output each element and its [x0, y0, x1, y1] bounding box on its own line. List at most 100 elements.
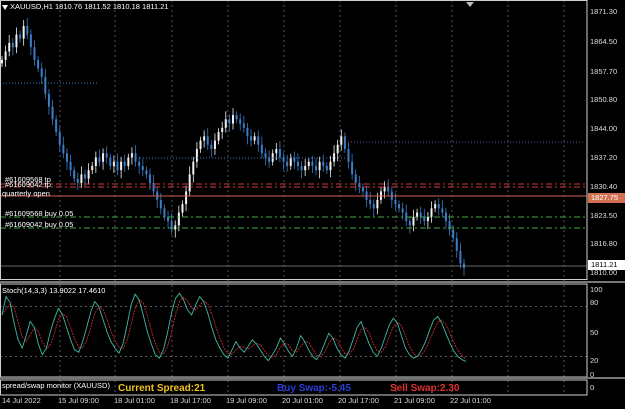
- candle-body: [210, 144, 213, 149]
- monitor-tick: 0: [590, 383, 595, 392]
- candle-body: [286, 161, 289, 166]
- candle-body: [307, 161, 310, 166]
- candle-body: [419, 212, 422, 217]
- time-tick: 22 Jul 01:00: [450, 396, 491, 405]
- candle-body: [430, 208, 433, 217]
- candle-body: [260, 144, 263, 154]
- candle-body: [159, 199, 162, 209]
- candle-body: [177, 212, 180, 226]
- candle-body: [58, 132, 61, 145]
- candle-body: [224, 119, 227, 128]
- candle-body: [65, 153, 68, 162]
- candle-body: [426, 216, 429, 222]
- chart-canvas[interactable]: [0, 0, 625, 404]
- candle-body: [105, 153, 108, 158]
- candle-body: [242, 123, 245, 128]
- candle-body: [459, 250, 462, 264]
- candle-body: [29, 34, 32, 48]
- candle-body: [80, 174, 83, 183]
- stoch-tick: 100: [590, 285, 603, 294]
- candle-body: [84, 174, 87, 179]
- candle-body: [195, 148, 198, 162]
- candle-body: [246, 127, 249, 137]
- price-tick: 1830.40: [590, 182, 618, 191]
- candle-body: [441, 208, 444, 213]
- candle-body: [206, 136, 209, 145]
- candle-body: [311, 161, 314, 166]
- candle-body: [163, 208, 166, 217]
- candle-body: [55, 119, 58, 133]
- time-tick: 14 Jul 2022: [2, 396, 41, 405]
- candle-body: [4, 51, 7, 60]
- price-tick: 1837.20: [590, 153, 618, 162]
- candle-body: [343, 136, 346, 149]
- candle-body: [26, 25, 29, 35]
- candle-body: [336, 144, 339, 154]
- candle-body: [1, 59, 3, 64]
- price-tick: 1844.00: [590, 124, 618, 133]
- candle-body: [37, 59, 40, 69]
- order-buy-label[interactable]: #61609568 buy 0.05: [5, 210, 73, 218]
- candle-body: [123, 161, 126, 166]
- candle-body: [437, 204, 440, 209]
- stoch-tick: 50: [590, 328, 599, 337]
- candle-body: [127, 157, 130, 166]
- candle-body: [141, 165, 144, 171]
- candle-body: [322, 161, 325, 166]
- candle-body: [51, 106, 54, 120]
- price-tick: 1850.80: [590, 95, 618, 104]
- candle-body: [33, 47, 36, 60]
- candle-body: [91, 165, 94, 171]
- sell-swap: Sell Swap:2.30: [390, 383, 460, 394]
- time-tick: 21 Jul 09:00: [394, 396, 435, 405]
- price-tick: 1816.80: [590, 239, 618, 248]
- candle-body: [369, 199, 372, 205]
- candle-body: [98, 157, 101, 162]
- candle-body: [221, 127, 224, 133]
- candle-body: [11, 42, 14, 48]
- candle-body: [333, 153, 336, 162]
- candle-body: [62, 144, 65, 154]
- chart-window[interactable]: XAUUSD,H1 1810.76 1811.52 1810.18 1811.2…: [0, 0, 625, 404]
- candle-body: [239, 119, 242, 124]
- candle-body: [340, 136, 343, 145]
- candle-body: [40, 68, 43, 77]
- candle-body: [203, 136, 206, 141]
- candle-body: [376, 199, 379, 209]
- candle-body: [87, 170, 90, 179]
- candle-body: [76, 178, 79, 183]
- candle-body: [102, 153, 105, 162]
- price-tick: 1871.30: [590, 7, 618, 16]
- symbol-menu-triangle-icon[interactable]: [2, 4, 8, 10]
- candle-body: [434, 204, 437, 209]
- order-buy-label[interactable]: #61609042 buy 0.05: [5, 221, 73, 229]
- candle-body: [188, 174, 191, 192]
- candle-body: [401, 208, 404, 213]
- time-tick: 20 Jul 17:00: [338, 396, 379, 405]
- candle-body: [22, 25, 25, 39]
- candle-body: [444, 212, 447, 222]
- monitor-title: spread/swap monitor (XAUUSD): [2, 381, 110, 390]
- buy-swap: Buy Swap:-5.45: [277, 383, 351, 394]
- candle-body: [94, 157, 97, 166]
- candle-body: [325, 165, 328, 171]
- candle-body: [199, 140, 202, 149]
- candle-body: [134, 153, 137, 162]
- candle-body: [15, 34, 18, 48]
- candle-body: [69, 161, 72, 171]
- time-tick: 18 Jul 17:00: [170, 396, 211, 405]
- candle-body: [47, 93, 50, 107]
- candle-body: [387, 187, 390, 192]
- candle-body: [148, 174, 151, 183]
- candle-body: [271, 153, 274, 162]
- order-tp-label[interactable]: #61609042 tp: [5, 181, 51, 189]
- candle-body: [383, 187, 386, 192]
- candle-body: [130, 153, 133, 158]
- candle-body: [8, 42, 11, 52]
- candle-body: [253, 136, 256, 141]
- price-tick: 1864.50: [590, 37, 618, 46]
- price-tick: 1857.70: [590, 67, 618, 76]
- candle-body: [185, 191, 188, 205]
- candle-body: [257, 136, 260, 145]
- stoch-tick: 20: [590, 356, 599, 365]
